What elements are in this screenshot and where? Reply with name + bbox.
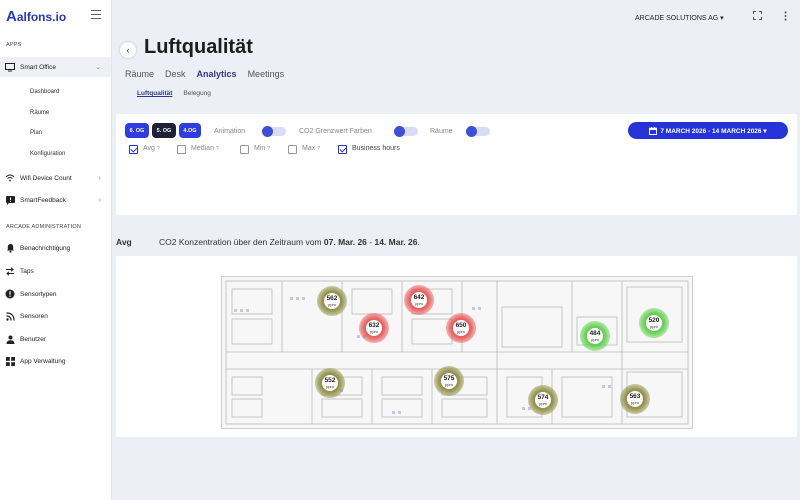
logo[interactable]: Aalfons.io: [6, 8, 66, 25]
sidebar-item-sensoren[interactable]: Sensoren: [0, 306, 111, 326]
sensor-marker[interactable]: 650 ppm: [446, 313, 476, 343]
co2-colors-toggle[interactable]: [394, 126, 418, 137]
min-checkbox-label: Min ?: [254, 145, 271, 152]
info-icon: ?: [317, 146, 320, 152]
calendar-icon: [649, 126, 658, 135]
rooms-toggle[interactable]: [466, 126, 490, 137]
co2-summary: CO2 Konzentration über den Zeitraum vom …: [159, 237, 420, 247]
sidebar-item-label: SmartFeedback: [20, 196, 66, 204]
alert-circle-icon: [5, 289, 15, 299]
floor-button-6og[interactable]: 6. OG: [125, 123, 149, 138]
business-hours-checkbox-label: Business hours: [352, 145, 400, 152]
sidebar-subitem-plan[interactable]: Plan: [30, 130, 42, 136]
sidebar-item-label: Benutzer: [20, 335, 47, 343]
sidebar-item-app-verwaltung[interactable]: App Verwaltung: [0, 351, 111, 371]
fullscreen-icon[interactable]: [753, 11, 762, 22]
filter-card: 6. OG 5. OG 4.OG Animation CO2 Grenzwert…: [116, 114, 797, 215]
business-hours-checkbox[interactable]: [338, 145, 347, 154]
max-checkbox[interactable]: [288, 145, 297, 154]
tab-desk[interactable]: Desk: [165, 69, 186, 79]
sub-tabs: Luftqualität Belegung: [137, 90, 211, 97]
sensor-marker[interactable]: 575 ppm: [434, 366, 464, 396]
sensor-marker[interactable]: 642 ppm: [404, 285, 434, 315]
sidebar-item-label: Benachrichtigung: [20, 244, 71, 252]
sidebar-item-label: Wifi Device Count: [20, 174, 72, 182]
subtab-belegung[interactable]: Belegung: [183, 90, 210, 97]
sensor-marker[interactable]: 552 ppm: [315, 368, 345, 398]
sidebar-item-benutzer[interactable]: Benutzer: [0, 329, 111, 349]
page-title: Luftqualität: [144, 36, 253, 58]
info-icon: ?: [267, 146, 271, 152]
sidebar-subitem-dashboard[interactable]: Dashboard: [30, 89, 59, 95]
logo-text: alfons.io: [16, 10, 67, 24]
rss-icon: [5, 311, 15, 321]
max-checkbox-label: Max ?: [302, 145, 320, 152]
swap-icon: [5, 266, 15, 276]
sensor-marker[interactable]: 520 ppm: [639, 308, 669, 338]
floor-plan[interactable]: 562 ppm 642 ppm 632 ppm 650 ppm 484 ppm 520 pp…: [221, 276, 693, 429]
feedback-icon: [5, 195, 15, 205]
co2-colors-label: CO2 Grenzwert Farben: [299, 128, 372, 135]
apps-section-label: APPS: [6, 42, 22, 48]
min-checkbox[interactable]: [240, 145, 249, 154]
back-button[interactable]: ‹: [120, 42, 136, 58]
sensor-marker[interactable]: 562 ppm: [317, 286, 347, 316]
chevron-right-icon: ›: [98, 174, 101, 182]
sidebar-item-smartfeedback[interactable]: SmartFeedback ›: [0, 190, 111, 210]
main-tabs: Räume Desk Analytics Meetings: [125, 69, 284, 79]
map-card: 562 ppm 642 ppm 632 ppm 650 ppm 484 ppm 520 pp…: [116, 256, 797, 437]
floor-button-4og[interactable]: 4.OG: [179, 123, 201, 138]
date-range-label: 7 MARCH 2026 - 14 MARCH 2026 ▾: [660, 127, 767, 135]
apps-grid-icon: [5, 356, 15, 366]
sidebar-item-wifi[interactable]: Wifi Device Count ›: [0, 168, 111, 188]
info-icon: ?: [215, 146, 219, 152]
avg-checkbox-label: Avg ?: [143, 145, 160, 152]
sensor-marker[interactable]: 563 ppm: [620, 384, 650, 414]
hamburger-icon[interactable]: [91, 10, 101, 19]
tab-meetings[interactable]: Meetings: [248, 69, 285, 79]
median-checkbox[interactable]: [177, 145, 186, 154]
sidebar-item-label: Sensortypen: [20, 290, 57, 298]
subtab-luftqualitaet[interactable]: Luftqualität: [137, 90, 172, 97]
sidebar-item-benachrichtigung[interactable]: Benachrichtigung: [0, 238, 111, 258]
info-icon: ?: [156, 146, 160, 152]
user-icon: [5, 334, 15, 344]
sidebar-subitem-raeume[interactable]: Räume: [30, 110, 49, 116]
chevron-down-icon: ⌄: [95, 64, 101, 71]
median-checkbox-label: Median ?: [191, 145, 219, 152]
date-range-button[interactable]: 7 MARCH 2026 - 14 MARCH 2026 ▾: [628, 122, 788, 139]
sensor-marker[interactable]: 632 ppm: [359, 313, 389, 343]
org-selector[interactable]: ARCADE SOLUTIONS AG ▾: [635, 14, 724, 22]
logo-mark: A: [6, 8, 17, 25]
sidebar-item-label: Smart Office: [20, 63, 57, 71]
metric-label: Avg: [116, 237, 132, 247]
sidebar-item-smart-office[interactable]: Smart Office ⌄: [0, 57, 111, 77]
avg-checkbox[interactable]: [129, 145, 138, 154]
sidebar-item-label: App Verwaltung: [20, 357, 66, 365]
monitor-icon: [5, 62, 15, 72]
tab-raeume[interactable]: Räume: [125, 69, 154, 79]
sidebar-subitem-konfiguration[interactable]: Konfiguration: [30, 151, 65, 157]
sidebar-item-sensortypen[interactable]: Sensortypen: [0, 284, 111, 304]
chevron-right-icon: ›: [98, 196, 101, 204]
sensor-marker[interactable]: 574 ppm: [528, 385, 558, 415]
chevron-left-icon: ‹: [126, 45, 130, 55]
bell-icon: [5, 243, 15, 253]
admin-section-label: ARCADE ADMINISTRATION: [6, 224, 81, 230]
animation-toggle[interactable]: [262, 126, 286, 137]
sensor-marker[interactable]: 484 ppm: [580, 321, 610, 351]
more-vertical-icon[interactable]: [784, 11, 787, 23]
rooms-label: Räume: [430, 128, 453, 135]
floor-button-5og[interactable]: 5. OG: [152, 123, 176, 138]
sidebar-item-taps[interactable]: Taps: [0, 261, 111, 281]
tab-analytics[interactable]: Analytics: [197, 69, 237, 79]
animation-label: Animation: [214, 128, 246, 135]
sidebar-item-label: Taps: [20, 267, 34, 275]
sidebar: Aalfons.io APPS Smart Office ⌄ Dashboard…: [0, 0, 112, 500]
sidebar-item-label: Sensoren: [20, 312, 48, 320]
wifi-icon: [5, 173, 15, 183]
